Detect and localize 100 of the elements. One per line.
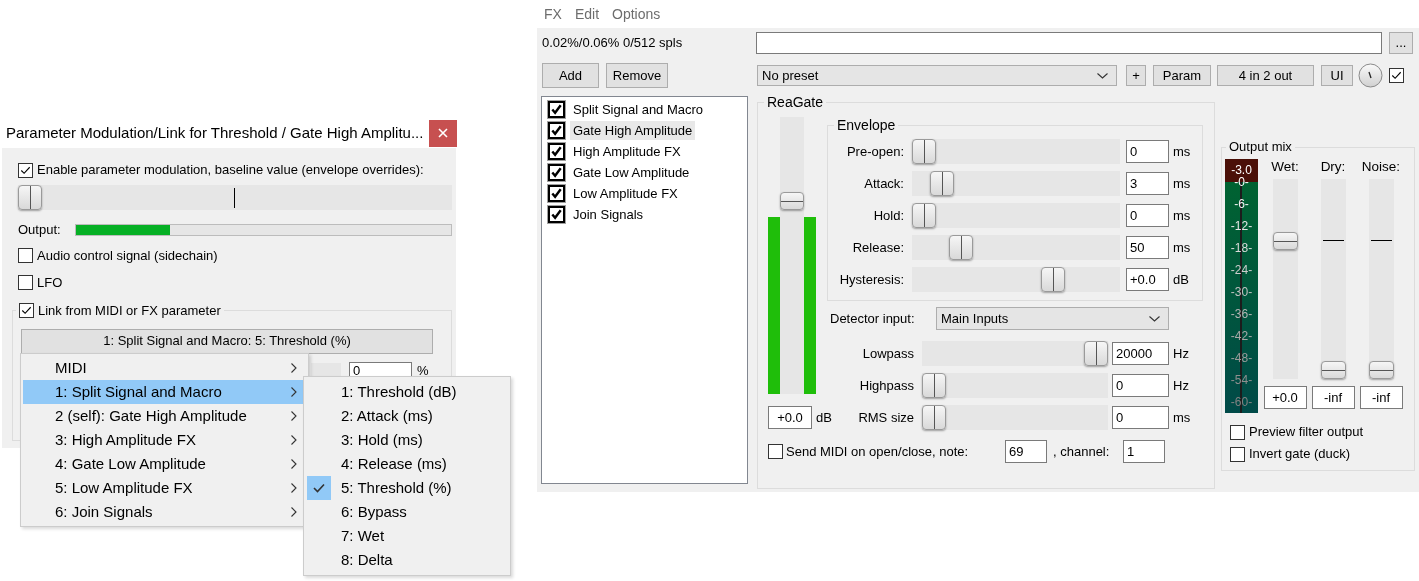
check-icon bbox=[307, 476, 331, 500]
slider-track[interactable] bbox=[912, 171, 1120, 196]
value-field[interactable]: 20000 bbox=[1112, 342, 1169, 365]
slider-track[interactable] bbox=[912, 235, 1120, 260]
slider-thumb[interactable] bbox=[922, 373, 946, 398]
menu-item[interactable]: 4: Release (ms) bbox=[306, 452, 508, 476]
menu-item[interactable]: 1: Threshold (dB) bbox=[306, 380, 508, 404]
checkbox[interactable] bbox=[1230, 424, 1245, 440]
fx-name[interactable]: Gate Low Amplitude bbox=[570, 162, 693, 183]
ui-button[interactable]: UI bbox=[1321, 65, 1353, 86]
menu-item[interactable]: 6: Bypass bbox=[306, 500, 508, 524]
checkbox[interactable] bbox=[18, 275, 33, 291]
fx-name[interactable]: Gate High Amplitude bbox=[570, 120, 696, 141]
menu-item[interactable]: 2: Attack (ms) bbox=[306, 404, 508, 428]
slider-track[interactable] bbox=[780, 117, 804, 394]
checkbox[interactable] bbox=[548, 101, 565, 118]
slider-track[interactable] bbox=[912, 267, 1120, 292]
close-button[interactable] bbox=[429, 119, 457, 147]
browse-button[interactable]: ... bbox=[1389, 32, 1413, 54]
knob[interactable] bbox=[1358, 63, 1383, 88]
menu-item[interactable]: 6: Join Signals bbox=[23, 500, 306, 524]
slider-track[interactable] bbox=[1272, 179, 1298, 379]
slider-track[interactable] bbox=[912, 203, 1120, 228]
param-button[interactable]: Param bbox=[1153, 65, 1211, 86]
source-button[interactable]: 1: Split Signal and Macro: 5: Threshold (%) bbox=[21, 328, 433, 354]
value-field[interactable]: 0 bbox=[1112, 406, 1169, 429]
slider-thumb[interactable] bbox=[912, 139, 936, 164]
fx-name[interactable]: Join Signals bbox=[570, 204, 647, 225]
unity-line bbox=[1274, 240, 1296, 241]
checkbox[interactable] bbox=[548, 164, 565, 181]
value-field[interactable]: 1 bbox=[1123, 440, 1165, 463]
slider-thumb[interactable] bbox=[1272, 231, 1298, 250]
checkbox[interactable] bbox=[18, 248, 33, 264]
checkbox[interactable] bbox=[548, 185, 565, 202]
menu-item[interactable]: 3: Hold (ms) bbox=[306, 428, 508, 452]
chevron-icon bbox=[291, 387, 297, 397]
checkbox[interactable] bbox=[548, 122, 565, 139]
menu-item[interactable]: 5: Threshold (%) bbox=[306, 476, 508, 500]
menu-item[interactable]: 5: Low Amplitude FX bbox=[23, 476, 306, 500]
close-icon bbox=[438, 128, 448, 138]
chevron-icon bbox=[291, 459, 297, 469]
io-button[interactable]: 4 in 2 out bbox=[1217, 65, 1314, 86]
add-button[interactable]: Add bbox=[542, 63, 599, 88]
slider-track[interactable] bbox=[922, 341, 1108, 366]
menu-item[interactable]: Options bbox=[612, 5, 661, 23]
slider-track[interactable] bbox=[1368, 179, 1394, 379]
checkbox[interactable] bbox=[1389, 68, 1404, 83]
slider-thumb[interactable] bbox=[930, 171, 955, 196]
value-field[interactable]: +0.0 bbox=[1126, 268, 1169, 291]
value-field[interactable]: 0 bbox=[1126, 204, 1169, 227]
remove-button[interactable]: Remove bbox=[606, 63, 668, 88]
checkbox[interactable] bbox=[1230, 446, 1245, 462]
value-field[interactable]: -inf bbox=[1311, 386, 1355, 409]
preset-dropdown[interactable]: No preset bbox=[757, 65, 1117, 86]
slider-track[interactable] bbox=[922, 373, 1108, 398]
slider-thumb[interactable] bbox=[18, 185, 42, 210]
checkbox[interactable] bbox=[18, 162, 33, 178]
add-preset-button[interactable]: + bbox=[1126, 65, 1146, 86]
fx-name[interactable]: Split Signal and Macro bbox=[570, 99, 707, 120]
value-field[interactable]: +0.0 bbox=[768, 406, 812, 429]
menu-item[interactable]: 3: High Amplitude FX bbox=[23, 428, 306, 452]
slider-thumb[interactable] bbox=[780, 192, 804, 211]
menu-item[interactable]: 4: Gate Low Amplitude bbox=[23, 452, 306, 476]
checkbox[interactable] bbox=[548, 143, 565, 160]
detector-dropdown[interactable]: Main Inputs bbox=[936, 307, 1169, 330]
value-field[interactable]: 50 bbox=[1126, 236, 1169, 259]
slider-thumb[interactable] bbox=[1084, 341, 1108, 366]
slider-thumb[interactable] bbox=[922, 405, 946, 430]
slider-thumb[interactable] bbox=[912, 203, 936, 228]
fx-name[interactable]: Low Amplitude FX bbox=[570, 183, 681, 204]
value-field[interactable]: +0.0 bbox=[1263, 386, 1307, 409]
slider-thumb[interactable] bbox=[948, 235, 973, 260]
menu-item[interactable]: MIDI bbox=[23, 356, 306, 380]
menu-item[interactable]: 8: Delta bbox=[306, 548, 508, 572]
chevron-icon bbox=[291, 507, 297, 517]
value-field[interactable]: 0 bbox=[1112, 374, 1169, 397]
slider-thumb[interactable] bbox=[1320, 361, 1346, 379]
menu-item[interactable]: 1: Split Signal and Macro bbox=[23, 380, 306, 404]
slider-track[interactable] bbox=[18, 185, 452, 210]
field-label: Attack: bbox=[863, 175, 904, 192]
value-field[interactable]: 0 bbox=[1126, 140, 1169, 163]
value-field[interactable]: -inf bbox=[1359, 386, 1403, 409]
slider-thumb[interactable] bbox=[1368, 361, 1394, 379]
fx-name[interactable]: High Amplitude FX bbox=[570, 141, 684, 162]
menu-item[interactable]: 7: Wet bbox=[306, 524, 508, 548]
group-title: Envelope bbox=[834, 117, 899, 134]
value-field[interactable]: 69 bbox=[1005, 440, 1047, 463]
slider-track[interactable] bbox=[1320, 179, 1346, 379]
checkbox[interactable] bbox=[19, 303, 34, 319]
value-field[interactable]: 3 bbox=[1126, 172, 1169, 195]
slider-track[interactable] bbox=[922, 405, 1108, 430]
slider-thumb[interactable] bbox=[1040, 267, 1065, 292]
menu-item[interactable]: 2 (self): Gate High Amplitude bbox=[23, 404, 306, 428]
menu-item[interactable]: Edit bbox=[574, 5, 599, 23]
checkbox-label: Link from MIDI or FX parameter bbox=[38, 302, 221, 319]
checkbox[interactable] bbox=[768, 444, 783, 459]
menu-item[interactable]: FX bbox=[544, 5, 562, 23]
checkbox[interactable] bbox=[548, 206, 565, 223]
name-field[interactable] bbox=[756, 32, 1382, 54]
slider-track[interactable] bbox=[912, 139, 1120, 164]
